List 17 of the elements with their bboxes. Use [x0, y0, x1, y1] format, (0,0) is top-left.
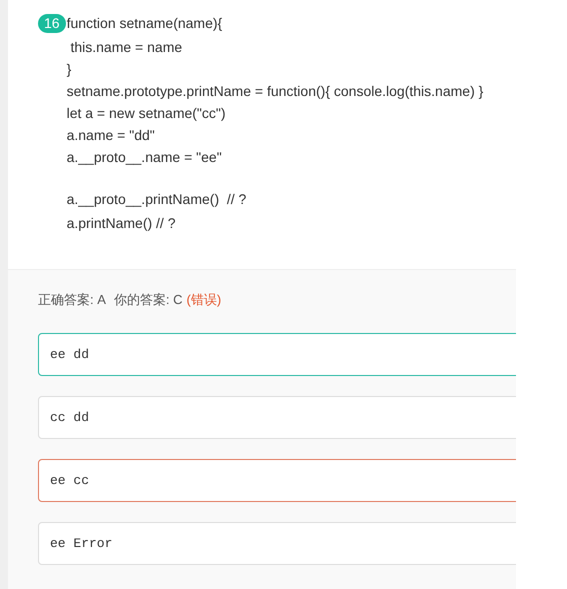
verdict-text: (错误): [186, 291, 222, 309]
answer-option[interactable]: ee Error: [38, 522, 516, 565]
code-line: this.name = name: [69, 38, 184, 57]
answer-option[interactable]: ee cc: [38, 459, 516, 502]
answer-option[interactable]: cc dd: [38, 396, 516, 439]
code-line: a.name = "dd": [66, 126, 156, 145]
code-line: }: [66, 60, 72, 79]
code-line: function setname(name){: [66, 14, 224, 33]
code-line: a.__proto__.name = "ee": [66, 148, 223, 167]
code-line: setname.prototype.printName = function(){ console.log(this.name) }: [66, 82, 484, 101]
question-number-badge: 16: [38, 14, 66, 33]
your-answer-text: 你的答案: C: [114, 291, 183, 309]
code-line: a.__proto__.printName() // ?: [66, 190, 248, 209]
code-line: a.printName() // ?: [66, 214, 177, 233]
correct-answer-text: 正确答案: A: [38, 291, 106, 309]
answer-option[interactable]: ee dd: [38, 333, 516, 376]
code-line: let a = new setname("cc"): [66, 104, 227, 123]
